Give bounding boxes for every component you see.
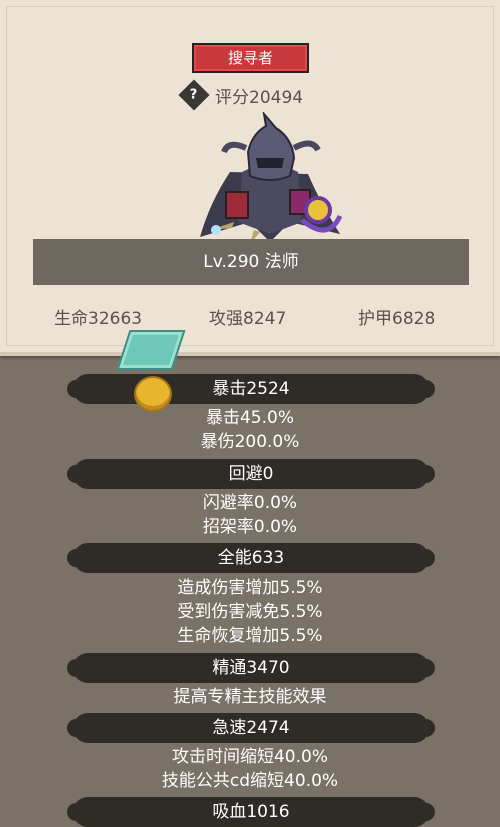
attack-time-reduction: 攻击时间缩短40.0% [171,747,328,767]
title-badge[interactable]: 搜寻者 [192,43,309,73]
stat-armor: 护甲6828 [358,309,436,329]
section-haste: 急速2474 [67,713,435,743]
damage-taken-reduction: 受到伤害减免5.5% [177,602,323,622]
level-class-band: Lv.290 法师 [33,239,469,285]
rating-score: 评分20494 [215,87,304,108]
crit-damage: 暴伤200.0% [200,432,300,452]
mastery-effect: 提高专精主技能效果 [173,687,327,707]
gem-icon [116,330,186,370]
damage-dealt-bonus: 造成伤害增加5.5% [177,578,323,598]
parry-rate: 招架率0.0% [202,517,298,537]
dodge-rate: 闪避率0.0% [202,493,298,513]
rating: ? 评分20494 [178,79,304,111]
section-avoid: 回避0 [67,459,435,489]
hp-regen-bonus: 生命恢复增加5.5% [177,626,323,646]
help-icon[interactable]: ? [178,79,210,111]
stat-attack: 攻强8247 [209,309,287,329]
section-mastery: 精通3470 [67,653,435,683]
crit-rate: 暴击45.0% [205,408,294,428]
hero-character-image [200,112,343,244]
base-stats-row: 生命32663 攻强8247 护甲6828 [0,304,500,329]
section-crit: 暴击2524 [67,374,435,404]
skill-gcd-reduction: 技能公共cd缩短40.0% [161,771,339,791]
stat-hp: 生命32663 [54,309,143,329]
section-versatility: 全能633 [67,543,435,573]
character-card: 搜寻者 ? 评分20494 Lv.290 法师 生命32663 攻强8247 护… [0,0,500,356]
